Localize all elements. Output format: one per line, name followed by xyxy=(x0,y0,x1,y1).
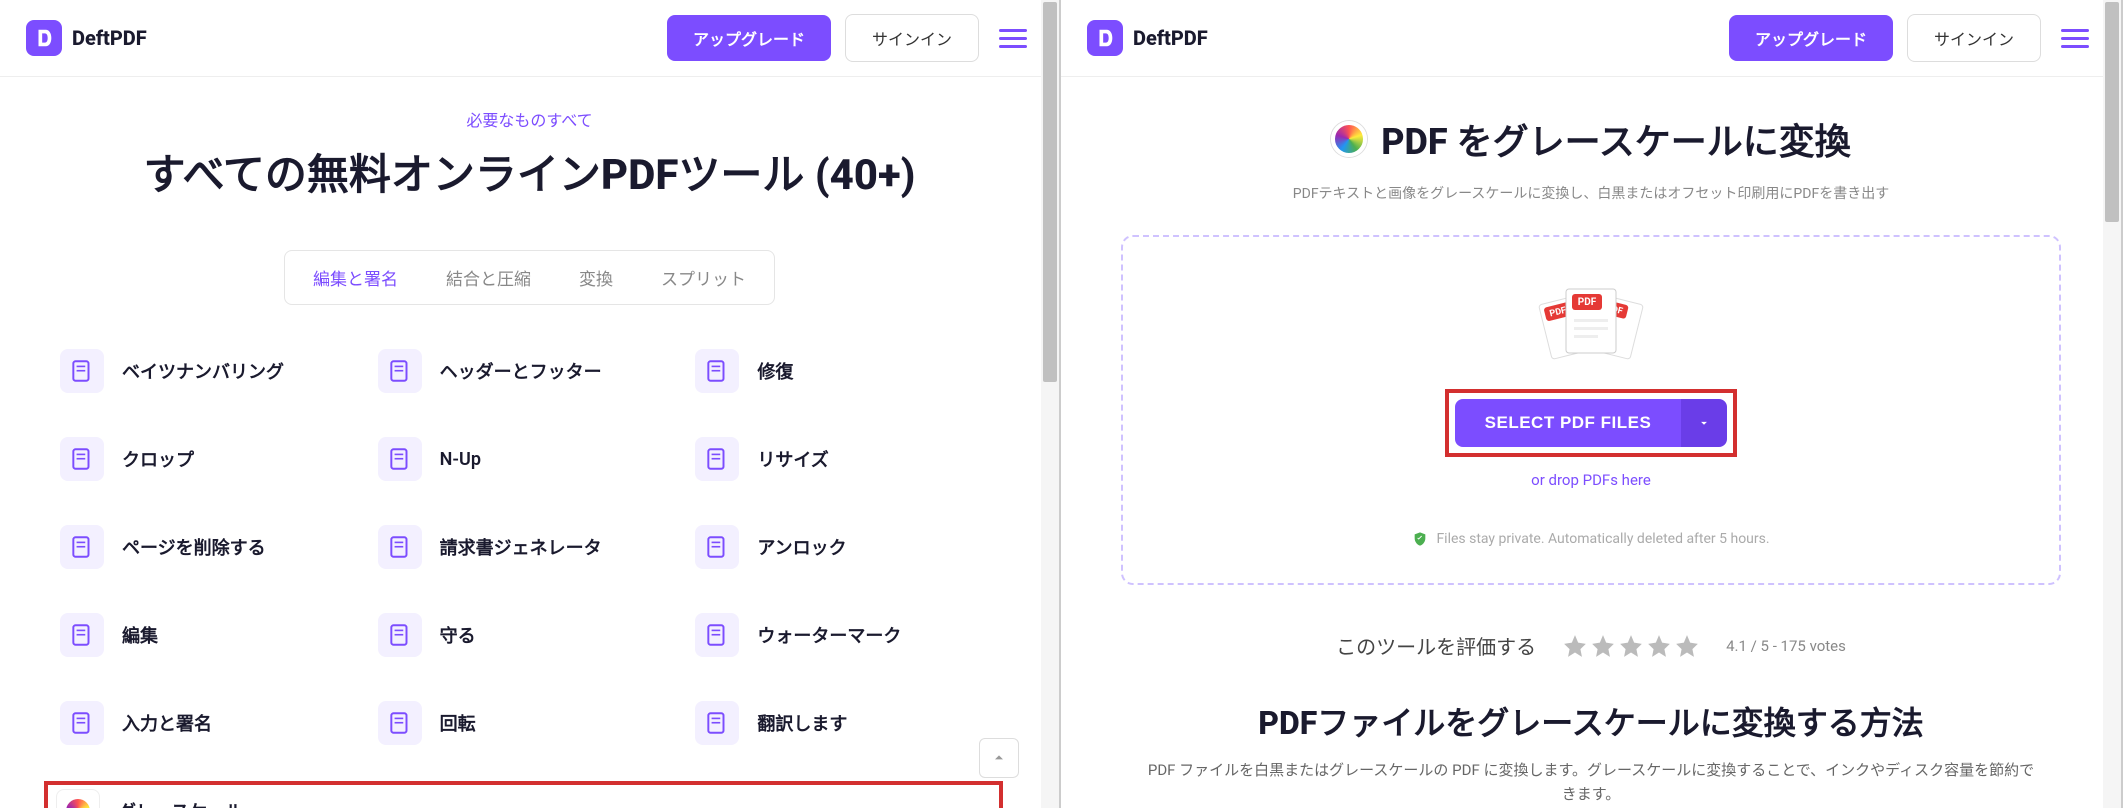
tool-icon xyxy=(60,525,104,569)
upgrade-button[interactable]: アップグレード xyxy=(1729,15,1893,61)
logo-icon xyxy=(1087,20,1123,56)
tool-label: ページを削除する xyxy=(122,534,266,560)
menu-icon[interactable] xyxy=(993,23,1033,54)
scrollbar[interactable] xyxy=(1041,0,1059,808)
tool-item[interactable]: ページを削除する xyxy=(56,517,368,577)
howto-description: PDF ファイルを白黒またはグレースケールの PDF に変換します。グレースケー… xyxy=(1141,758,2041,806)
tool-icon xyxy=(695,525,739,569)
tool-label: 入力と署名 xyxy=(122,710,212,736)
grayscale-color-icon xyxy=(1331,121,1367,157)
tool-icon xyxy=(60,701,104,745)
tool-label: ウォーターマーク xyxy=(757,622,901,648)
shield-icon xyxy=(1412,531,1428,547)
tool-item[interactable]: 守る xyxy=(374,605,686,665)
tool-label: 編集 xyxy=(122,622,158,648)
page-title: PDF をグレースケールに変換 xyxy=(1381,113,1851,165)
tool-icon xyxy=(60,349,104,393)
tool-label: 守る xyxy=(440,622,476,648)
tool-item[interactable]: リサイズ xyxy=(691,429,1003,489)
privacy-note: Files stay private. Automatically delete… xyxy=(1143,531,2039,547)
tab-0[interactable]: 編集と署名 xyxy=(289,255,422,300)
rating-stars[interactable] xyxy=(1562,633,1700,659)
rate-summary: 4.1 / 5 - 175 votes xyxy=(1726,637,1846,655)
signin-button[interactable]: サインイン xyxy=(1907,14,2041,62)
tool-item[interactable]: クロップ xyxy=(56,429,368,489)
tool-label: N-Up xyxy=(440,449,481,470)
tool-icon xyxy=(60,437,104,481)
tool-label: 翻訳します xyxy=(757,710,847,736)
drop-hint: or drop PDFs here xyxy=(1143,471,2039,489)
tool-icon xyxy=(695,613,739,657)
tool-item[interactable]: 修復 xyxy=(691,341,1003,401)
tool-item[interactable]: ウォーターマーク xyxy=(691,605,1003,665)
tool-icon xyxy=(378,349,422,393)
scroll-thumb[interactable] xyxy=(2105,2,2119,222)
tool-label: アンロック xyxy=(757,534,846,560)
logo[interactable]: DeftPDF xyxy=(1087,20,1208,56)
tool-item[interactable]: アンロック xyxy=(691,517,1003,577)
tool-label: グレースケール xyxy=(118,798,243,808)
tool-label: 回転 xyxy=(440,710,476,736)
rate-label: このツールを評価する xyxy=(1336,631,1536,660)
howto-title: PDFファイルをグレースケールに変換する方法 xyxy=(1141,698,2041,744)
back-to-top-button[interactable] xyxy=(979,738,1019,778)
tab-1[interactable]: 結合と圧縮 xyxy=(422,255,555,300)
tool-icon xyxy=(378,613,422,657)
menu-icon[interactable] xyxy=(2055,23,2095,54)
tab-3[interactable]: スプリット xyxy=(637,255,770,300)
brand-name: DeftPDF xyxy=(72,26,147,50)
tool-item[interactable]: ヘッダーとフッター xyxy=(374,341,686,401)
tool-icon xyxy=(56,789,100,808)
tool-icon xyxy=(378,701,422,745)
select-source-dropdown[interactable] xyxy=(1681,399,1727,447)
category-tabs: 編集と署名結合と圧縮変換スプリット xyxy=(284,250,775,305)
tool-item[interactable]: グレースケール xyxy=(44,781,1003,808)
brand-name: DeftPDF xyxy=(1133,26,1208,50)
tool-item[interactable]: 翻訳します xyxy=(691,693,1003,753)
tool-item[interactable]: 請求書ジェネレータ xyxy=(374,517,686,577)
tool-label: ベイツナンバリング xyxy=(122,358,284,384)
pdf-stack-icon: PDF PDF PDF xyxy=(1143,283,2039,363)
tab-2[interactable]: 変換 xyxy=(555,255,637,300)
logo[interactable]: DeftPDF xyxy=(26,20,147,56)
scrollbar[interactable] xyxy=(2103,0,2121,808)
tool-icon xyxy=(378,525,422,569)
select-pdf-button[interactable]: SELECT PDF FILES xyxy=(1455,399,1682,447)
hero-tagline: 必要なものすべて xyxy=(20,107,1039,131)
tool-icon xyxy=(695,701,739,745)
tool-icon xyxy=(695,437,739,481)
tool-item[interactable]: ベイツナンバリング xyxy=(56,341,368,401)
hero-title: すべての無料オンラインPDFツール (40+) xyxy=(20,141,1039,202)
tool-icon xyxy=(378,437,422,481)
upgrade-button[interactable]: アップグレード xyxy=(667,15,831,61)
signin-button[interactable]: サインイン xyxy=(845,14,979,62)
tool-label: ヘッダーとフッター xyxy=(440,358,602,384)
tool-icon xyxy=(60,613,104,657)
svg-text:PDF: PDF xyxy=(1578,297,1597,308)
scroll-thumb[interactable] xyxy=(1043,2,1057,382)
tool-icon xyxy=(695,349,739,393)
tool-label: リサイズ xyxy=(757,446,828,472)
tool-item[interactable]: 入力と署名 xyxy=(56,693,368,753)
tool-label: 修復 xyxy=(757,358,793,384)
tool-label: クロップ xyxy=(122,446,194,472)
page-subtitle: PDFテキストと画像をグレースケールに変換し、白黒またはオフセット印刷用にPDF… xyxy=(1081,183,2101,203)
tool-item[interactable]: 回転 xyxy=(374,693,686,753)
file-dropzone[interactable]: PDF PDF PDF xyxy=(1121,235,2061,585)
tool-item[interactable]: 編集 xyxy=(56,605,368,665)
tool-item[interactable]: N-Up xyxy=(374,429,686,489)
tool-label: 請求書ジェネレータ xyxy=(440,534,602,560)
logo-icon xyxy=(26,20,62,56)
